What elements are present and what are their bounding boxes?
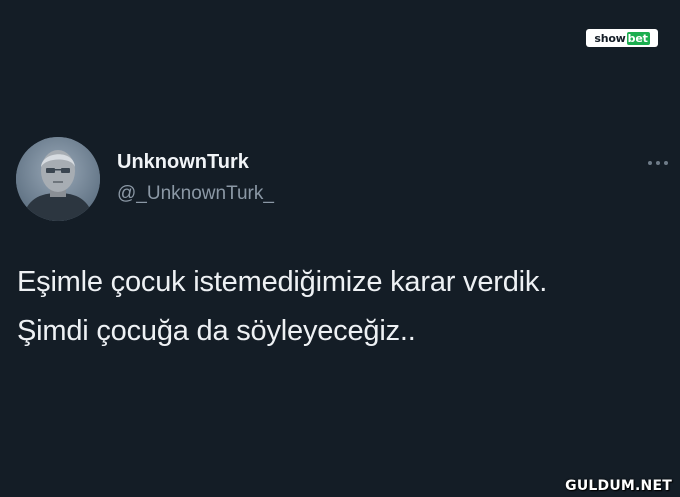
more-horizontal-icon[interactable]	[648, 157, 676, 169]
more-dot	[648, 161, 652, 165]
tweet-text-line-1: Eşimle çocuk istemediğimize karar verdik…	[17, 266, 548, 298]
profile-photo-icon	[16, 137, 100, 221]
tweet-text-line-2: Şimdi çocuğa da söyleyeceğiz..	[17, 315, 416, 347]
watermark: GULDUM.NET	[565, 478, 672, 494]
more-dot	[664, 161, 668, 165]
logo-text-show: show	[594, 31, 626, 45]
showbet-logo: show bet	[586, 29, 658, 47]
logo-text-bet: bet	[626, 31, 650, 45]
tweet-text: Eşimle çocuk istemediğimize karar verdik…	[17, 258, 677, 356]
user-handle[interactable]: @_UnknownTurk_	[117, 183, 274, 205]
more-dot	[656, 161, 660, 165]
display-name[interactable]: UnknownTurk	[117, 151, 249, 174]
avatar[interactable]	[16, 137, 100, 221]
